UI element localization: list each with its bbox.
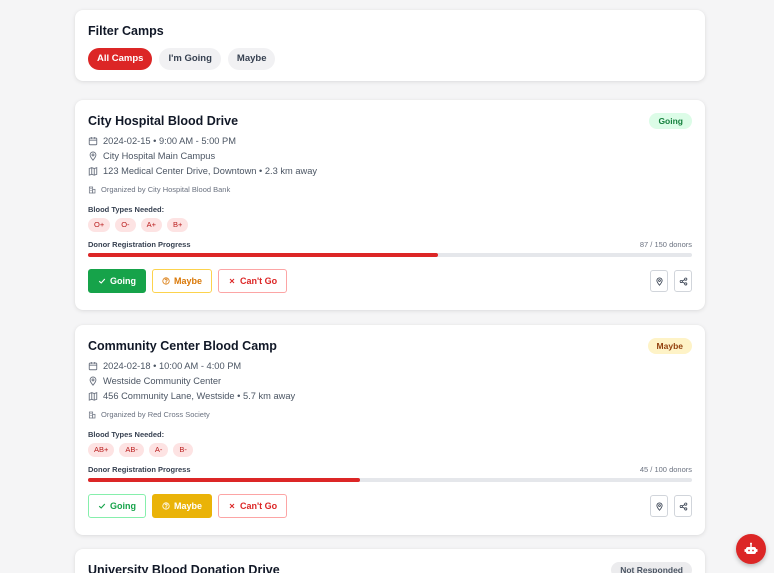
location-pin-icon bbox=[655, 277, 663, 286]
cant-go-button-label: Can't Go bbox=[240, 501, 278, 511]
directions-button[interactable] bbox=[650, 270, 668, 292]
share-icon bbox=[679, 277, 687, 285]
calendar-icon bbox=[88, 361, 98, 371]
blood-types-list: O+ O- A+ B+ bbox=[88, 218, 692, 232]
camp-date: 2024-02-18 • 10:00 AM - 4:00 PM bbox=[88, 358, 692, 373]
check-icon bbox=[98, 503, 106, 509]
x-icon bbox=[229, 503, 235, 509]
blood-types-label: Blood Types Needed: bbox=[88, 205, 165, 214]
blood-type-chip: A+ bbox=[140, 218, 162, 232]
building-icon bbox=[88, 186, 96, 194]
question-circle-icon bbox=[162, 277, 170, 285]
cant-go-button[interactable]: Can't Go bbox=[218, 269, 288, 293]
camp-card: University Blood Donation Drive Not Resp… bbox=[75, 549, 705, 573]
map-icon bbox=[88, 391, 98, 401]
blood-type-chip: B- bbox=[173, 443, 193, 457]
going-button[interactable]: Going bbox=[88, 269, 146, 293]
share-button[interactable] bbox=[674, 270, 692, 292]
x-icon bbox=[229, 278, 235, 284]
blood-type-chip: O- bbox=[115, 218, 136, 232]
progress-header: Donor Registration Progress 87 / 150 don… bbox=[88, 240, 692, 250]
camp-icon-actions bbox=[650, 270, 692, 292]
camp-venue: Westside Community Center bbox=[88, 373, 692, 388]
progress-header: Donor Registration Progress 45 / 100 don… bbox=[88, 465, 692, 475]
camp-venue: City Hospital Main Campus bbox=[88, 148, 692, 163]
camp-title: Community Center Blood Camp bbox=[88, 339, 277, 353]
blood-type-chip: A- bbox=[148, 443, 169, 457]
camp-organizer-text: Organized by City Hospital Blood Bank bbox=[101, 185, 231, 194]
share-button[interactable] bbox=[674, 495, 692, 517]
filter-all-camps[interactable]: All Camps bbox=[88, 48, 153, 70]
progress-fill bbox=[88, 478, 360, 482]
location-pin-icon bbox=[655, 502, 663, 511]
blood-type-chip: B+ bbox=[166, 218, 189, 232]
camp-address-text: 123 Medical Center Drive, Downtown • 2.3… bbox=[103, 165, 318, 176]
filter-card: Filter Camps All Camps I'm Going Maybe bbox=[75, 10, 705, 81]
status-badge: Not Responded bbox=[611, 562, 692, 573]
camp-address: 123 Medical Center Drive, Downtown • 2.3… bbox=[88, 163, 692, 178]
filter-maybe[interactable]: Maybe bbox=[227, 48, 276, 70]
progress-bar bbox=[88, 253, 692, 257]
blood-type-chip: AB+ bbox=[88, 443, 115, 457]
camp-organizer: Organized by City Hospital Blood Bank bbox=[88, 182, 692, 197]
question-circle-icon bbox=[162, 502, 170, 510]
camp-icon-actions bbox=[650, 495, 692, 517]
camp-datetime: 2024-02-15 • 9:00 AM - 5:00 PM bbox=[103, 135, 236, 146]
check-icon bbox=[98, 278, 106, 284]
camp-organizer: Organized by Red Cross Society bbox=[88, 407, 692, 422]
camp-card: City Hospital Blood Drive Going 2024-02-… bbox=[75, 100, 705, 310]
maybe-button-label: Maybe bbox=[174, 276, 203, 286]
cant-go-button-label: Can't Go bbox=[240, 276, 278, 286]
camp-datetime: 2024-02-18 • 10:00 AM - 4:00 PM bbox=[103, 360, 242, 371]
progress-bar bbox=[88, 478, 692, 482]
status-badge: Maybe bbox=[647, 338, 692, 354]
filter-options: All Camps I'm Going Maybe bbox=[88, 48, 692, 70]
donor-count: 87 / 150 donors bbox=[639, 240, 692, 249]
filter-title: Filter Camps bbox=[88, 24, 164, 38]
camp-venue-text: Westside Community Center bbox=[103, 375, 222, 386]
blood-types-list: AB+ AB- A- B- bbox=[88, 443, 692, 457]
camp-card: Community Center Blood Camp Maybe 2024-0… bbox=[75, 325, 705, 535]
maybe-button[interactable]: Maybe bbox=[152, 269, 213, 293]
location-pin-icon bbox=[88, 376, 98, 386]
maybe-button-label: Maybe bbox=[174, 501, 203, 511]
rsvp-actions: Going Maybe Can't Go bbox=[88, 269, 692, 293]
rsvp-actions: Going Maybe Can't Go bbox=[88, 494, 692, 518]
donor-count: 45 / 100 donors bbox=[639, 465, 692, 474]
calendar-icon bbox=[88, 136, 98, 146]
filter-im-going[interactable]: I'm Going bbox=[159, 48, 221, 70]
progress-label: Donor Registration Progress bbox=[88, 465, 191, 474]
location-pin-icon bbox=[88, 151, 98, 161]
camp-address: 456 Community Lane, Westside • 5.7 km aw… bbox=[88, 388, 692, 403]
directions-button[interactable] bbox=[650, 495, 668, 517]
camp-title: City Hospital Blood Drive bbox=[88, 114, 239, 128]
progress-label: Donor Registration Progress bbox=[88, 240, 191, 249]
blood-type-chip: O+ bbox=[88, 218, 111, 232]
camp-date: 2024-02-15 • 9:00 AM - 5:00 PM bbox=[88, 133, 692, 148]
blood-types-label: Blood Types Needed: bbox=[88, 430, 165, 439]
map-icon bbox=[88, 166, 98, 176]
share-icon bbox=[679, 502, 687, 510]
camp-title: University Blood Donation Drive bbox=[88, 563, 280, 573]
blood-type-chip: AB- bbox=[119, 443, 144, 457]
cant-go-button[interactable]: Can't Go bbox=[218, 494, 288, 518]
camp-venue-text: City Hospital Main Campus bbox=[103, 150, 216, 161]
building-icon bbox=[88, 411, 96, 419]
going-button-label: Going bbox=[110, 276, 136, 286]
progress-fill bbox=[88, 253, 439, 257]
camp-organizer-text: Organized by Red Cross Society bbox=[101, 410, 210, 419]
maybe-button[interactable]: Maybe bbox=[152, 494, 213, 518]
camp-address-text: 456 Community Lane, Westside • 5.7 km aw… bbox=[103, 390, 296, 401]
chatbot-icon bbox=[744, 542, 758, 554]
status-badge: Going bbox=[649, 113, 692, 129]
going-button-label: Going bbox=[110, 501, 136, 511]
chatbot-button[interactable] bbox=[736, 534, 766, 564]
going-button[interactable]: Going bbox=[88, 494, 146, 518]
